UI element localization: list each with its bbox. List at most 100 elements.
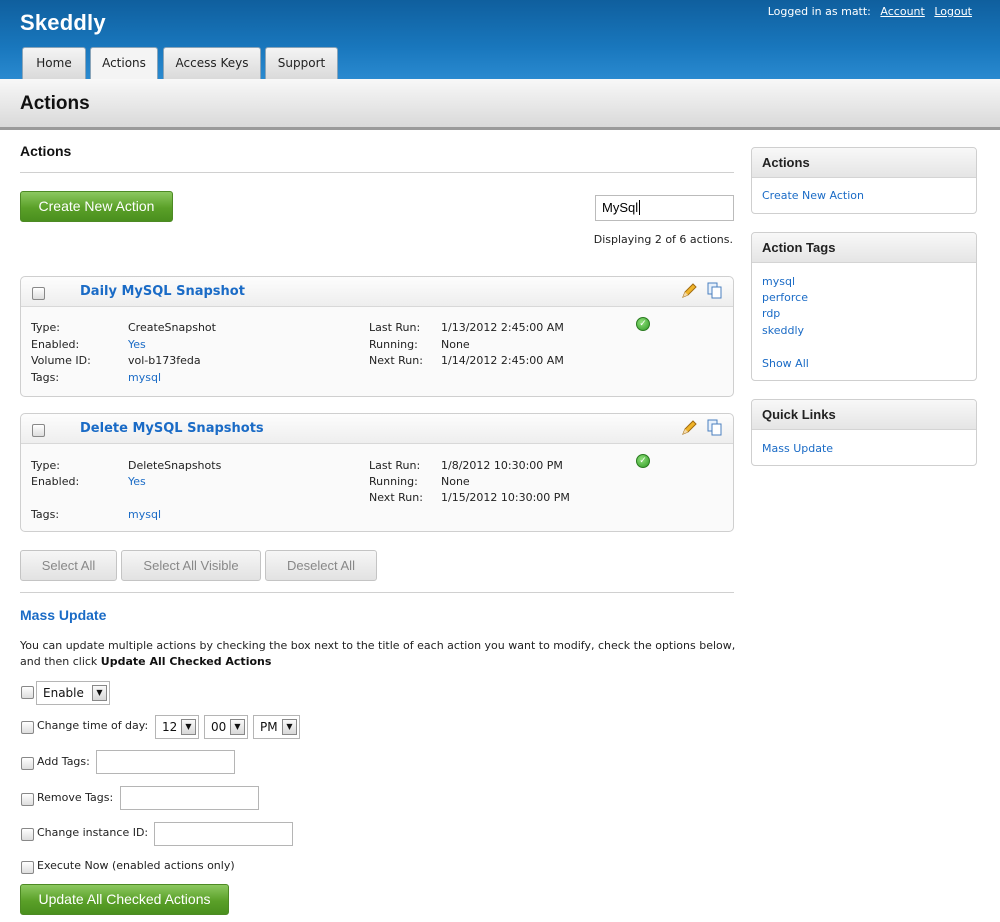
enabled-link[interactable]: Yes: [128, 475, 146, 488]
minute-select[interactable]: 00 ▼: [204, 715, 248, 739]
remove-tags-label: Remove Tags:: [37, 791, 114, 804]
copy-icon[interactable]: [707, 282, 723, 300]
change-instance-label: Change instance ID:: [37, 826, 149, 839]
instance-id-input[interactable]: [154, 822, 293, 846]
hour-select[interactable]: 12 ▼: [155, 715, 199, 739]
last-run-label: Last Run:: [369, 459, 421, 472]
sidebar-box-title: Actions: [752, 148, 976, 178]
enable-select-value: Enable: [43, 686, 84, 700]
sidebar-tag-mysql[interactable]: mysql: [762, 275, 795, 288]
enabled-link[interactable]: Yes: [128, 338, 146, 351]
action-card: Daily MySQL Snapshot Type: CreateSnapsho…: [20, 276, 734, 397]
tab-access-keys[interactable]: Access Keys: [163, 47, 261, 80]
chevron-down-icon: ▼: [282, 719, 297, 735]
action-title-link[interactable]: Delete MySQL Snapshots: [80, 421, 264, 436]
sidebar-show-all-link[interactable]: Show All: [762, 357, 809, 370]
edit-pencil-icon[interactable]: [681, 283, 697, 299]
volume-value: vol-b173feda: [128, 354, 201, 367]
search-input[interactable]: MySql: [595, 195, 734, 221]
sidebar-tags-box: Action Tags mysql perforce rdp skeddly S…: [751, 232, 977, 381]
sidebar-tag-skeddly[interactable]: skeddly: [762, 324, 804, 337]
add-tags-label: Add Tags:: [37, 755, 90, 768]
tags-label: Tags:: [31, 508, 60, 521]
sidebar-box-title: Action Tags: [752, 233, 976, 263]
chevron-down-icon: ▼: [92, 685, 107, 701]
sidebar-tag-perforce[interactable]: perforce: [762, 291, 808, 304]
add-tags-checkbox[interactable]: [21, 757, 34, 770]
account-link[interactable]: Account: [880, 5, 924, 18]
success-check-icon: ✓: [636, 454, 650, 468]
sidebar-link-create-new-action[interactable]: Create New Action: [762, 189, 864, 202]
brand-logo[interactable]: Skeddly: [20, 10, 106, 36]
mass-update-title: Mass Update: [20, 607, 107, 623]
enable-checkbox[interactable]: [21, 686, 34, 699]
top-header: Skeddly Logged in as matt: Account Logou…: [0, 0, 1000, 81]
mass-update-description-bold: Update All Checked Actions: [100, 655, 272, 668]
next-run-label: Next Run:: [369, 491, 423, 504]
deselect-all-button[interactable]: Deselect All: [265, 550, 377, 581]
logged-in-label: Logged in as matt:: [767, 5, 871, 18]
sidebar-link-mass-update[interactable]: Mass Update: [762, 442, 833, 455]
search-value: MySql: [602, 200, 639, 215]
action-checkbox[interactable]: [32, 287, 45, 300]
copy-icon[interactable]: [707, 419, 723, 437]
execute-now-checkbox[interactable]: [21, 861, 34, 874]
displaying-count: Displaying 2 of 6 actions.: [593, 233, 733, 246]
minute-value: 00: [211, 720, 227, 734]
action-card-header: Delete MySQL Snapshots: [21, 414, 733, 444]
running-value: None: [441, 475, 470, 488]
running-label: Running:: [369, 338, 418, 351]
create-new-action-button[interactable]: Create New Action: [20, 191, 173, 222]
action-card: Delete MySQL Snapshots Type: DeleteSnaps…: [20, 413, 734, 532]
next-run-value: 1/14/2012 2:45:00 AM: [441, 354, 564, 367]
enable-select[interactable]: Enable ▼: [36, 681, 110, 705]
hour-value: 12: [162, 720, 178, 734]
tab-home[interactable]: Home: [22, 47, 86, 80]
sidebar-box-title: Quick Links: [752, 400, 976, 430]
type-label: Type:: [31, 459, 60, 472]
divider: [20, 172, 734, 173]
page-title: Actions: [20, 93, 90, 114]
add-tags-input[interactable]: [96, 750, 235, 774]
sidebar-actions-box: Actions Create New Action: [751, 147, 977, 214]
tab-support[interactable]: Support: [265, 47, 338, 80]
type-value: DeleteSnapshots: [128, 459, 222, 472]
section-title: Actions: [20, 143, 72, 159]
sidebar-quick-links-box: Quick Links Mass Update: [751, 399, 977, 466]
type-label: Type:: [31, 321, 60, 334]
tag-link[interactable]: mysql: [128, 371, 161, 384]
tab-actions[interactable]: Actions: [90, 47, 158, 81]
select-all-visible-button[interactable]: Select All Visible: [121, 550, 261, 581]
chevron-down-icon: ▼: [230, 719, 245, 735]
type-value: CreateSnapshot: [128, 321, 216, 334]
execute-now-label: Execute Now (enabled actions only): [37, 859, 235, 872]
running-label: Running:: [369, 475, 418, 488]
tag-link[interactable]: mysql: [128, 508, 161, 521]
next-run-label: Next Run:: [369, 354, 423, 367]
divider: [20, 592, 734, 593]
last-run-value: 1/8/2012 10:30:00 PM: [441, 459, 563, 472]
update-all-checked-button[interactable]: Update All Checked Actions: [20, 884, 229, 915]
ampm-select[interactable]: PM ▼: [253, 715, 300, 739]
last-run-label: Last Run:: [369, 321, 421, 334]
action-title-link[interactable]: Daily MySQL Snapshot: [80, 284, 245, 299]
action-checkbox[interactable]: [32, 424, 45, 437]
edit-pencil-icon[interactable]: [681, 420, 697, 436]
sidebar-tag-rdp[interactable]: rdp: [762, 307, 780, 320]
enabled-label: Enabled:: [31, 338, 80, 351]
success-check-icon: ✓: [636, 317, 650, 331]
last-run-value: 1/13/2012 2:45:00 AM: [441, 321, 564, 334]
user-bar: Logged in as matt: Account Logout: [768, 5, 972, 18]
logout-link[interactable]: Logout: [934, 5, 972, 18]
enabled-label: Enabled:: [31, 475, 80, 488]
running-value: None: [441, 338, 470, 351]
remove-tags-input[interactable]: [120, 786, 259, 810]
change-instance-checkbox[interactable]: [21, 828, 34, 841]
chevron-down-icon: ▼: [181, 719, 196, 735]
change-time-checkbox[interactable]: [21, 721, 34, 734]
ampm-value: PM: [260, 720, 278, 734]
select-all-button[interactable]: Select All: [20, 550, 117, 581]
remove-tags-checkbox[interactable]: [21, 793, 34, 806]
next-run-value: 1/15/2012 10:30:00 PM: [441, 491, 570, 504]
page-title-band: Actions: [0, 79, 1000, 130]
